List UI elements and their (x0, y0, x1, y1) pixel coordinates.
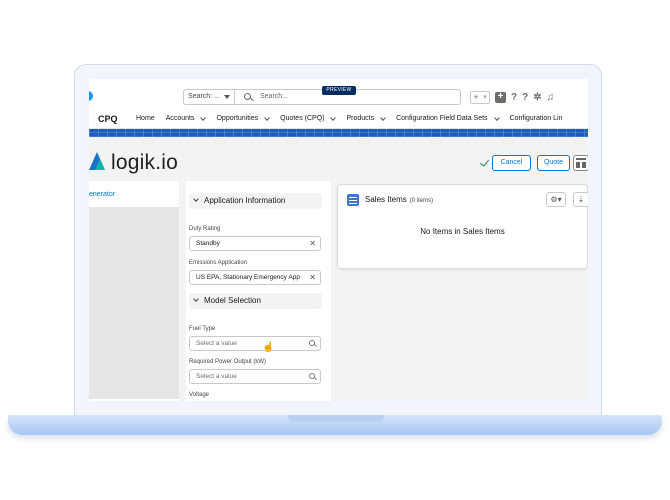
fuel-type-placeholder: Select a value (196, 340, 237, 347)
cloud-logo-icon (89, 91, 93, 101)
chevron-down-icon (193, 196, 199, 202)
section-model-selection[interactable]: Model Selection (189, 293, 322, 309)
help-icon[interactable]: ? (511, 92, 517, 103)
nav-tab-opportunities[interactable]: Opportunities (216, 114, 270, 122)
nav-tab-label: Configuration Field Data Sets (396, 115, 488, 122)
setup-gear-icon[interactable]: ✲ (533, 92, 541, 103)
nav-tab-configuration-field-data-sets[interactable]: Configuration Field Data Sets (396, 114, 500, 122)
global-header: Search: ... Search... PREVIEW ★ ▾ + ? ? ✲… (89, 79, 588, 109)
emissions-application-value: US EPA, Stationary Emergency App (196, 274, 300, 281)
layout-toggle-icon[interactable] (573, 155, 588, 171)
sales-items-title: Sales Items (0 items) (365, 195, 433, 204)
fuel-type-field[interactable]: Select a value (189, 336, 321, 351)
chevron-down-icon[interactable] (330, 114, 337, 121)
laptop-notch (288, 415, 384, 422)
duty-rating-value: Standby (196, 240, 220, 247)
search-icon (309, 373, 315, 379)
nav-tab-home[interactable]: Home (136, 115, 155, 122)
pin-icon[interactable]: ⇣ (573, 192, 588, 207)
chevron-down-icon[interactable] (380, 114, 386, 121)
empty-state-message: No Items in Sales Items (420, 227, 505, 236)
search-icon (309, 340, 315, 346)
power-output-label: Required Power Output (kW) (189, 359, 267, 365)
nav-items: Home Accounts Opportunities Quotes (CPQ) Pro… (136, 114, 573, 122)
hand-cursor-icon: ☝ (262, 342, 275, 353)
nav-tab-accounts[interactable]: Accounts (165, 114, 207, 122)
notifications-bell-icon[interactable]: ♫ (547, 92, 555, 103)
left-panel-placeholder (89, 207, 179, 399)
laptop-mockup: Search: ... Search... PREVIEW ★ ▾ + ? ? ✲… (0, 0, 670, 500)
clear-icon[interactable]: ✕ (309, 239, 316, 248)
app-name: CPQ (98, 114, 118, 124)
chevron-down-icon (224, 95, 230, 99)
header-utility-icons: ★ ▾ + ? ? ✲ ♫ (470, 90, 554, 104)
chevron-down-icon[interactable] (264, 114, 270, 121)
decorative-banner (89, 129, 588, 137)
chevron-down-icon[interactable] (493, 114, 500, 121)
sales-items-title-text: Sales Items (365, 195, 407, 204)
list-icon (347, 194, 359, 206)
preview-badge: PREVIEW (322, 86, 356, 95)
fuel-type-label: Fuel Type (189, 326, 216, 332)
add-icon[interactable]: + (495, 91, 506, 103)
logo-text: logik.io (111, 151, 178, 174)
emissions-application-label: Emissions Application (189, 260, 248, 266)
cancel-button[interactable]: Cancel (492, 155, 531, 171)
help-icon[interactable]: ? (522, 92, 528, 103)
quote-button[interactable]: Quote (537, 155, 570, 171)
settings-gear-icon[interactable]: ⚙▾ (546, 192, 566, 207)
clear-icon[interactable]: ✕ (309, 273, 316, 282)
nav-tab-products[interactable]: Products (346, 114, 386, 122)
duty-rating-label: Duty Rating (189, 226, 221, 232)
favorites-icon[interactable]: ★ ▾ (470, 90, 490, 104)
nav-tab-label: Products (346, 115, 375, 122)
app-screen: Search: ... Search... PREVIEW ★ ▾ + ? ? ✲… (89, 79, 588, 401)
search-scope-dropdown[interactable]: Search: ... (183, 89, 235, 105)
search-icon (244, 93, 251, 100)
nav-tab-label: Configuration Lin (509, 115, 563, 122)
nav-tab-label: Home (136, 115, 155, 122)
section-title: Model Selection (204, 296, 261, 305)
logik-logo-accent-icon (95, 159, 105, 170)
power-output-field[interactable]: Select a value (189, 369, 321, 384)
voltage-label: Voltage (189, 392, 210, 398)
duty-rating-field[interactable]: Standby ✕ (189, 236, 321, 251)
nav-tab-quotes-cpq[interactable]: Quotes (CPQ) (280, 114, 337, 122)
configuration-form (186, 181, 331, 401)
nav-tab-label: Accounts (165, 115, 195, 122)
left-panel-link[interactable]: enerator (89, 191, 115, 198)
section-application-information[interactable]: Application Information (189, 193, 322, 209)
nav-tab-label: Opportunities (216, 115, 259, 122)
sales-items-count: (0 items) (409, 198, 434, 204)
section-title: Application Information (204, 196, 286, 205)
search-placeholder: Search... (260, 93, 289, 100)
chevron-down-icon (193, 296, 199, 302)
app-nav-bar: CPQ Home Accounts Opportunities Quotes (CPQ… (89, 109, 588, 129)
power-output-placeholder: Select a value (196, 373, 237, 380)
chevron-down-icon[interactable] (200, 114, 207, 121)
emissions-application-field[interactable]: US EPA, Stationary Emergency App ✕ (189, 270, 321, 285)
nav-tab-configuration-lin[interactable]: Configuration Lin (510, 115, 563, 122)
nav-tab-label: Quotes (CPQ) (280, 115, 325, 122)
search-scope-label: Search: ... (188, 93, 220, 100)
